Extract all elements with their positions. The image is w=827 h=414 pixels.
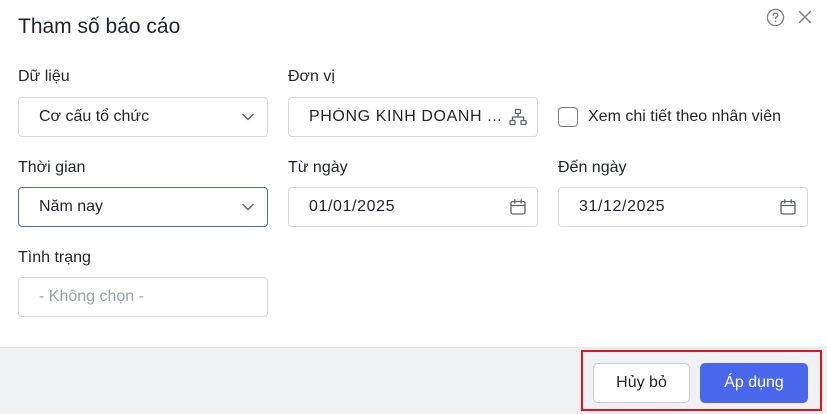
dialog-title: Tham số báo cáo xyxy=(18,15,181,38)
report-parameters-dialog: Tham số báo cáo Dữ liệu Cơ cấu tổ chức Đ… xyxy=(0,0,827,414)
status-select[interactable]: - Không chọn - xyxy=(18,277,268,317)
cancel-button[interactable]: Hủy bỏ xyxy=(593,363,690,403)
to-date-input[interactable]: 31/12/2025 xyxy=(558,187,808,227)
status-placeholder: - Không chọn - xyxy=(39,288,144,305)
chevron-down-icon xyxy=(242,203,254,211)
data-label: Dữ liệu xyxy=(18,68,70,85)
calendar-icon[interactable] xyxy=(509,198,527,216)
unit-select[interactable]: PHÒNG KINH DOANH ... xyxy=(288,97,538,137)
from-date-label: Từ ngày xyxy=(288,159,348,176)
period-select[interactable]: Năm nay xyxy=(18,187,268,227)
unit-select-value: PHÒNG KINH DOANH ... xyxy=(309,108,503,125)
apply-button[interactable]: Áp dụng xyxy=(700,363,808,403)
to-date-label: Đến ngày xyxy=(558,159,627,176)
period-select-value: Năm nay xyxy=(39,198,104,215)
data-select[interactable]: Cơ cấu tổ chức xyxy=(18,97,268,137)
from-date-value: 01/01/2025 xyxy=(309,198,396,215)
period-label: Thời gian xyxy=(18,159,86,176)
to-date-value: 31/12/2025 xyxy=(579,198,666,215)
data-select-value: Cơ cấu tổ chức xyxy=(39,108,150,125)
calendar-icon[interactable] xyxy=(779,198,797,216)
help-icon[interactable] xyxy=(766,8,785,27)
status-label: Tình trạng xyxy=(18,249,91,266)
detail-by-employee-checkbox[interactable] xyxy=(558,107,578,127)
from-date-input[interactable]: 01/01/2025 xyxy=(288,187,538,227)
unit-label: Đơn vị xyxy=(288,68,335,85)
org-chart-icon[interactable] xyxy=(509,108,527,126)
detail-by-employee-label[interactable]: Xem chi tiết theo nhân viên xyxy=(588,108,781,126)
close-icon[interactable] xyxy=(797,9,813,25)
chevron-down-icon xyxy=(242,113,254,121)
